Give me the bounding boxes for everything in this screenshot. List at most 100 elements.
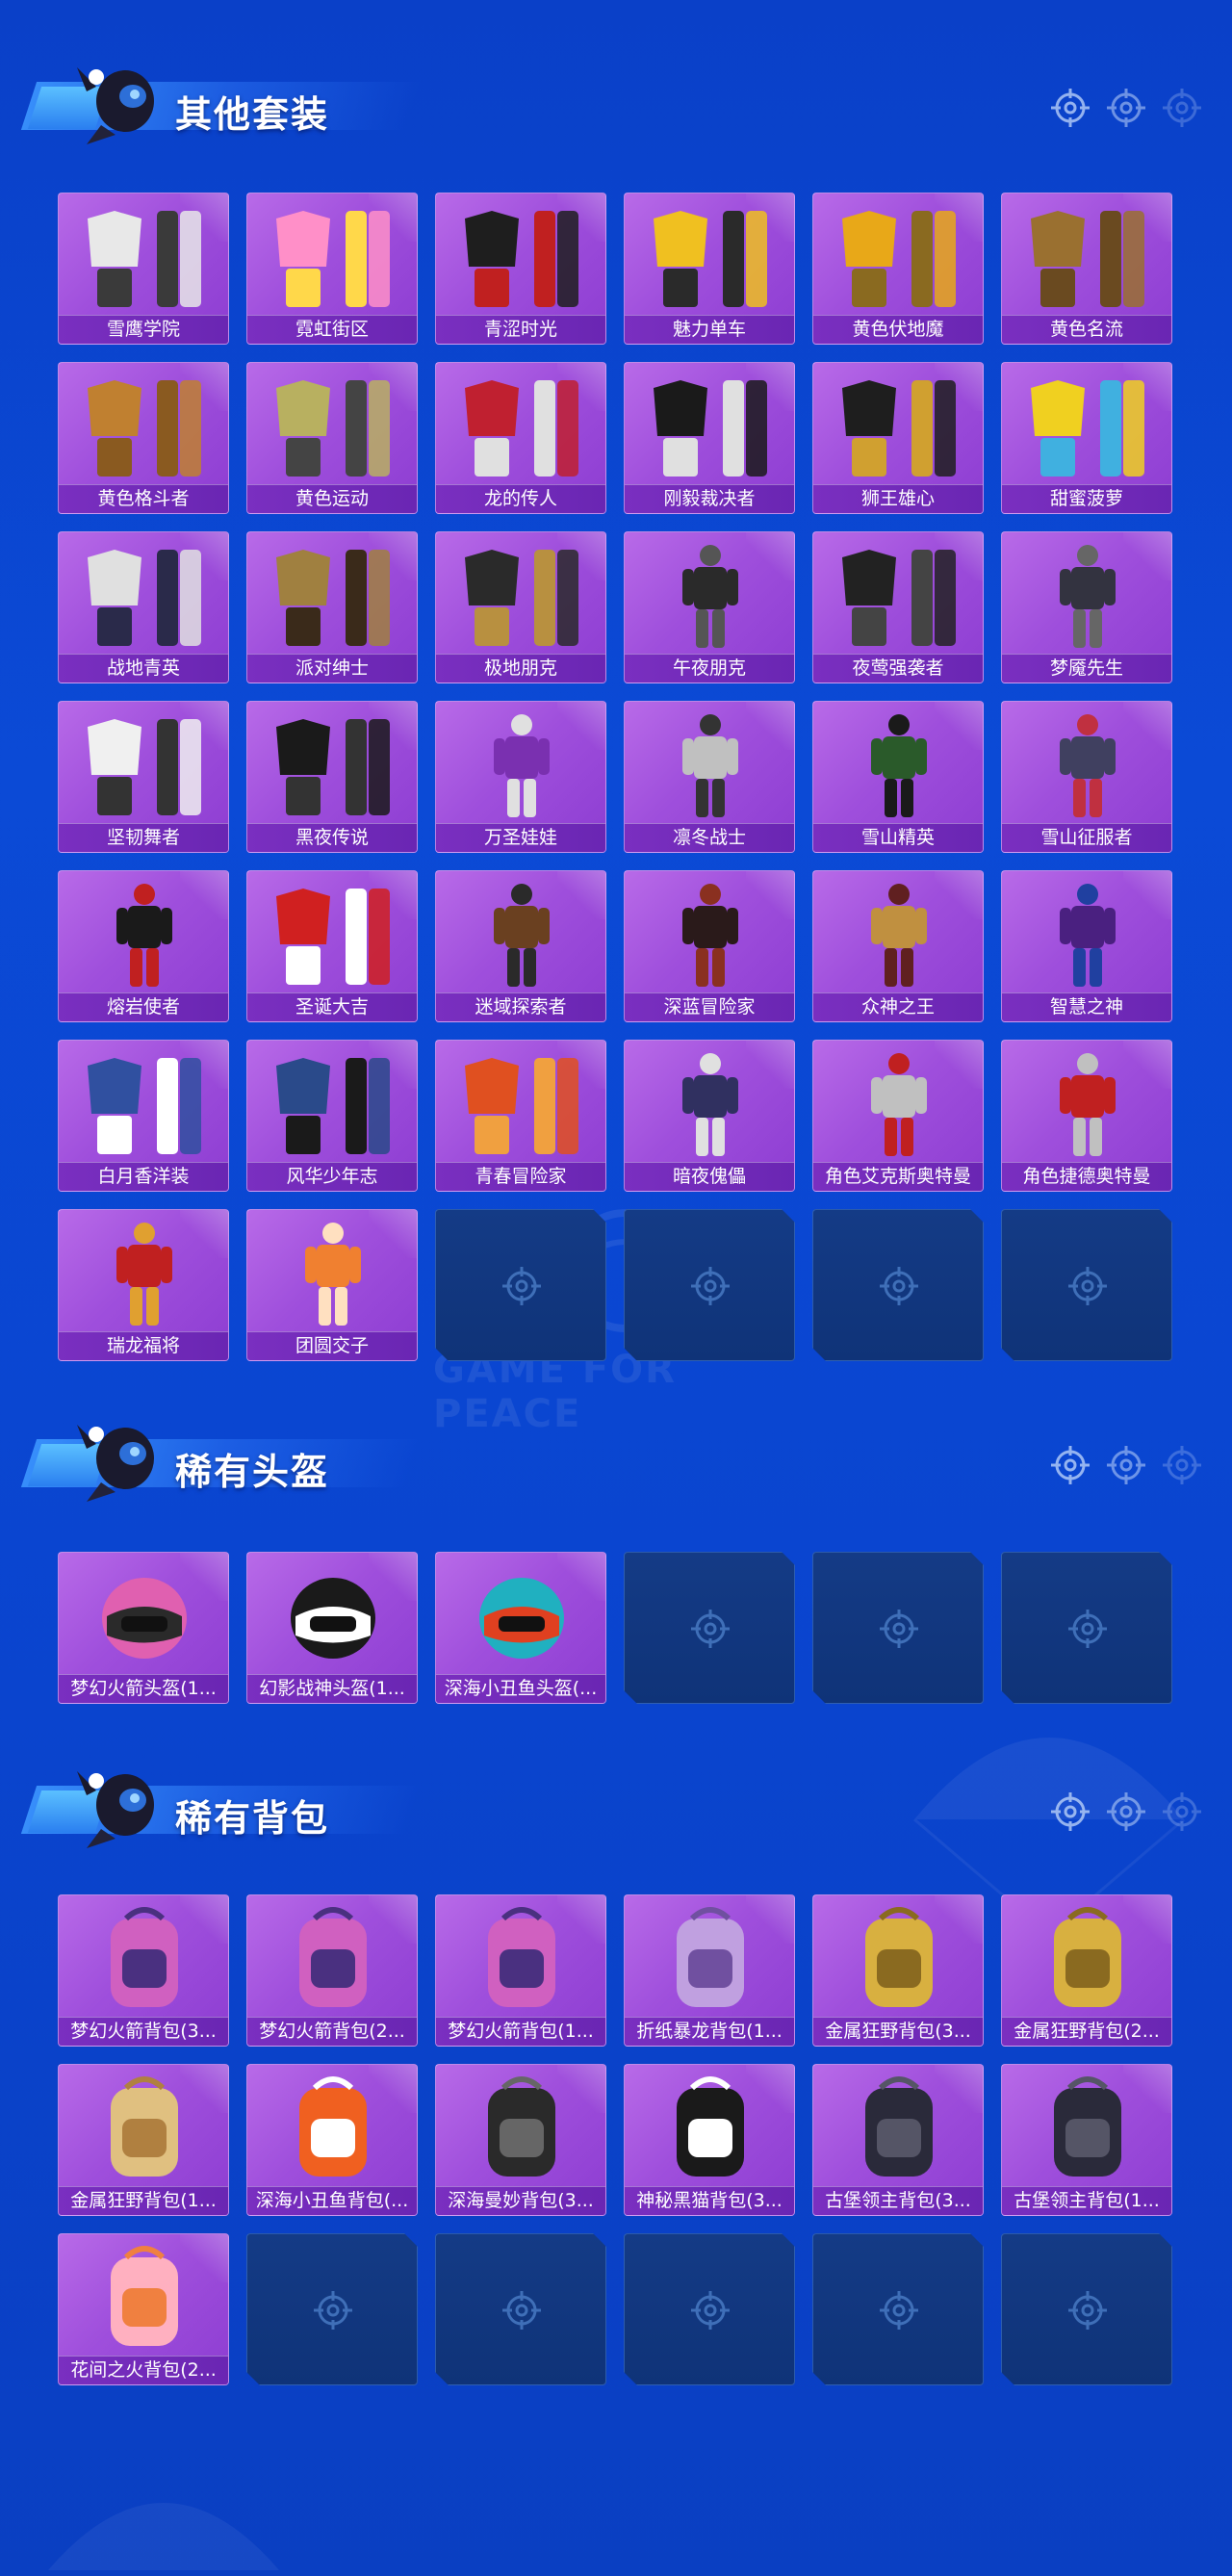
item-card[interactable]: 万圣娃娃 xyxy=(435,701,606,853)
outfit-image xyxy=(842,380,956,477)
helmet-image xyxy=(102,1578,187,1659)
mascot-icon xyxy=(77,1771,154,1848)
item-name: 夜莺强袭者 xyxy=(813,654,983,683)
item-card[interactable]: 众神之王 xyxy=(812,870,984,1022)
character-image xyxy=(116,1223,172,1326)
item-card[interactable]: 梦幻火箭头盔(1... xyxy=(58,1552,229,1704)
item-name: 刚毅裁决者 xyxy=(625,484,794,513)
item-card[interactable]: 雪鹰学院 xyxy=(58,193,229,345)
backpack-image xyxy=(111,2076,178,2177)
backpack-image xyxy=(865,1907,933,2007)
item-card[interactable]: 团圆交子 xyxy=(246,1209,418,1361)
item-card[interactable]: 极地朋克 xyxy=(435,531,606,683)
item-card[interactable]: 古堡领主背包(3... xyxy=(812,2064,984,2216)
outfit-image xyxy=(654,211,767,307)
target-icon xyxy=(500,2289,543,2331)
item-card[interactable]: 刚毅裁决者 xyxy=(624,362,795,514)
item-card[interactable]: 甜蜜菠萝 xyxy=(1001,362,1172,514)
target-icon xyxy=(878,2289,920,2331)
item-card[interactable]: 黄色运动 xyxy=(246,362,418,514)
item-card[interactable]: 折纸暴龙背包(1... xyxy=(624,1894,795,2047)
empty-slot xyxy=(435,1209,606,1361)
item-card[interactable]: 金属狂野背包(3... xyxy=(812,1894,984,2047)
outfit-image xyxy=(88,1058,201,1154)
item-name: 龙的传人 xyxy=(436,484,605,513)
item-card[interactable]: 黄色伏地魔 xyxy=(812,193,984,345)
item-card[interactable]: 深蓝冒险家 xyxy=(624,870,795,1022)
outfit-image xyxy=(465,1058,578,1154)
outfit-image xyxy=(276,211,390,307)
item-card[interactable]: 黑夜传说 xyxy=(246,701,418,853)
section-title: 稀有背包 xyxy=(175,1797,330,1840)
outfit-image xyxy=(465,550,578,646)
item-card[interactable]: 梦幻火箭背包(1... xyxy=(435,1894,606,2047)
item-name: 战地青英 xyxy=(59,654,228,683)
item-card[interactable]: 梦魇先生 xyxy=(1001,531,1172,683)
item-card[interactable]: 风华少年志 xyxy=(246,1040,418,1192)
outfit-image xyxy=(276,719,390,815)
item-card[interactable]: 黄色格斗者 xyxy=(58,362,229,514)
item-name: 凛冬战士 xyxy=(625,823,794,852)
item-card[interactable]: 圣诞大吉 xyxy=(246,870,418,1022)
item-card[interactable]: 花间之火背包(2... xyxy=(58,2233,229,2385)
outfit-image xyxy=(465,380,578,477)
character-image xyxy=(682,545,738,648)
character-image xyxy=(871,1053,927,1156)
character-image xyxy=(494,714,550,817)
empty-slot xyxy=(246,2233,418,2385)
item-name: 午夜朋克 xyxy=(625,654,794,683)
item-card[interactable]: 角色艾克斯奥特曼 xyxy=(812,1040,984,1192)
item-card[interactable]: 魅力单车 xyxy=(624,193,795,345)
item-card[interactable]: 古堡领主背包(1... xyxy=(1001,2064,1172,2216)
item-name: 熔岩使者 xyxy=(59,992,228,1021)
item-card[interactable]: 雪山精英 xyxy=(812,701,984,853)
item-name: 深海曼妙背包(3... xyxy=(436,2186,605,2215)
item-card[interactable]: 战地青英 xyxy=(58,531,229,683)
item-card[interactable]: 角色捷德奥特曼 xyxy=(1001,1040,1172,1192)
item-card[interactable]: 深海小丑鱼头盔(... xyxy=(435,1552,606,1704)
item-card[interactable]: 迷域探索者 xyxy=(435,870,606,1022)
outfit-image xyxy=(465,211,578,307)
item-name: 智慧之神 xyxy=(1002,992,1171,1021)
item-card[interactable]: 梦幻火箭背包(3... xyxy=(58,1894,229,2047)
item-name: 花间之火背包(2... xyxy=(59,2356,228,2384)
item-name: 圣诞大吉 xyxy=(247,992,417,1021)
item-card[interactable]: 派对绅士 xyxy=(246,531,418,683)
item-card[interactable]: 狮王雄心 xyxy=(812,362,984,514)
item-card[interactable]: 智慧之神 xyxy=(1001,870,1172,1022)
item-card[interactable]: 坚韧舞者 xyxy=(58,701,229,853)
target-icon xyxy=(1107,89,1145,127)
item-card[interactable]: 深海小丑鱼背包(... xyxy=(246,2064,418,2216)
item-card[interactable]: 白月香洋装 xyxy=(58,1040,229,1192)
item-card[interactable]: 梦幻火箭背包(2... xyxy=(246,1894,418,2047)
item-card[interactable]: 金属狂野背包(2... xyxy=(1001,1894,1172,2047)
item-card[interactable]: 凛冬战士 xyxy=(624,701,795,853)
item-card[interactable]: 龙的传人 xyxy=(435,362,606,514)
item-card[interactable]: 青涩时光 xyxy=(435,193,606,345)
item-card[interactable]: 熔岩使者 xyxy=(58,870,229,1022)
section-title: 其他套装 xyxy=(175,93,330,136)
item-card[interactable]: 暗夜傀儡 xyxy=(624,1040,795,1192)
item-card[interactable]: 午夜朋克 xyxy=(624,531,795,683)
outfit-image xyxy=(654,380,767,477)
item-card[interactable]: 瑞龙福将 xyxy=(58,1209,229,1361)
item-name: 坚韧舞者 xyxy=(59,823,228,852)
item-card[interactable]: 雪山征服者 xyxy=(1001,701,1172,853)
item-card[interactable]: 金属狂野背包(1... xyxy=(58,2064,229,2216)
item-card[interactable]: 神秘黑猫背包(3... xyxy=(624,2064,795,2216)
backpack-image xyxy=(488,1907,555,2007)
item-card[interactable]: 黄色名流 xyxy=(1001,193,1172,345)
item-card[interactable]: 夜莺强袭者 xyxy=(812,531,984,683)
header-icon-group xyxy=(1049,87,1203,129)
character-image xyxy=(116,884,172,987)
item-card[interactable]: 霓虹街区 xyxy=(246,193,418,345)
outfit-grid: 雪鹰学院 霓虹街区 青涩时光 魅力单车 黄色伏地魔 黄色名流 黄色格斗者 黄色运… xyxy=(58,193,1172,1361)
item-name: 暗夜傀儡 xyxy=(625,1162,794,1191)
item-name: 万圣娃娃 xyxy=(436,823,605,852)
item-card[interactable]: 幻影战神头盔(1... xyxy=(246,1552,418,1704)
item-name: 梦幻火箭背包(1... xyxy=(436,2017,605,2046)
target-icon xyxy=(1066,2289,1109,2331)
item-card[interactable]: 深海曼妙背包(3... xyxy=(435,2064,606,2216)
empty-slot xyxy=(624,2233,795,2385)
item-card[interactable]: 青春冒险家 xyxy=(435,1040,606,1192)
